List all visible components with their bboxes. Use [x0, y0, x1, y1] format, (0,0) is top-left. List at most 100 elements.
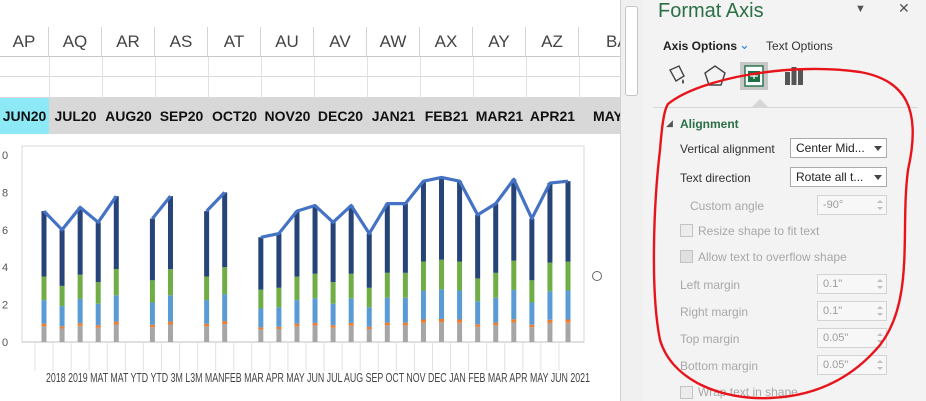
chevron-down-icon[interactable]: ⌄	[739, 37, 750, 53]
bar-segment	[439, 318, 445, 323]
size-properties-icon[interactable]	[740, 62, 768, 90]
spin-up-icon[interactable]	[877, 279, 883, 282]
spin-down-icon[interactable]	[877, 313, 883, 316]
bar-segment	[439, 177, 445, 260]
bar-segment	[312, 325, 318, 342]
vertical-alignment-dropdown[interactable]: Center Mid...	[790, 138, 887, 158]
bar-segment	[167, 321, 173, 325]
bar-segment	[511, 260, 517, 290]
spin-down-icon[interactable]	[877, 207, 883, 210]
bar-segment	[547, 291, 553, 320]
bar-segment	[312, 322, 318, 326]
spin-up-icon[interactable]	[877, 360, 883, 363]
bar-segment	[113, 295, 119, 322]
vertical-alignment-value: Center Mid...	[796, 141, 865, 155]
top-margin-spinner[interactable]: 0.05"	[817, 328, 887, 348]
custom-angle-spinner[interactable]: -90°	[817, 195, 887, 215]
bar-segment	[294, 300, 300, 324]
left-margin-value: 0.1"	[823, 278, 843, 290]
chart-resize-handle[interactable]	[592, 271, 602, 281]
bar-segment	[511, 322, 517, 342]
bar-segment	[113, 196, 119, 270]
y-tick-label: 0	[2, 150, 8, 162]
bar-segment	[41, 326, 47, 342]
spin-down-icon[interactable]	[877, 367, 883, 370]
bar-segment	[276, 233, 282, 288]
spin-down-icon[interactable]	[877, 340, 883, 343]
bar-segment	[439, 289, 445, 319]
bar-segment	[41, 211, 47, 277]
y-tick-label: 0	[2, 337, 8, 349]
right-margin-value: 0.1"	[823, 305, 843, 317]
spin-up-icon[interactable]	[877, 200, 883, 203]
bar-segment	[113, 324, 119, 342]
bar-segment	[348, 273, 354, 299]
y-tick-label: 8	[2, 187, 8, 199]
bar-segment	[547, 319, 553, 323]
bar-segment	[565, 322, 571, 342]
bar-segment	[276, 326, 282, 329]
bar-segment	[312, 205, 318, 274]
bar-segment	[511, 289, 517, 320]
left-margin-label: Left margin	[680, 278, 741, 292]
bar-segment	[204, 211, 210, 277]
bar-segment	[222, 267, 228, 295]
section-alignment[interactable]: Alignment	[680, 117, 739, 131]
fill-line-icon[interactable]	[663, 62, 691, 90]
wrap-text-checkbox[interactable]	[680, 386, 693, 399]
left-margin-spinner[interactable]: 0.1"	[817, 274, 887, 294]
bar-segment	[258, 289, 264, 309]
bar-segment	[330, 327, 336, 342]
bar-segment	[384, 272, 390, 298]
pane-options-icon[interactable]: ▼	[855, 3, 866, 15]
bar-segment	[59, 328, 65, 342]
divider	[653, 107, 918, 108]
bar-segment	[457, 261, 463, 291]
stacked-bar-chart[interactable]: 0 2 4 6 8 0 2018 2019 MAT MAT YTD YTD 3M L3M M…	[0, 0, 620, 401]
bottom-margin-value: 0.05"	[823, 359, 849, 371]
spin-up-icon[interactable]	[877, 333, 883, 336]
resize-shape-checkbox[interactable]	[680, 224, 693, 237]
bottom-margin-label: Bottom margin	[680, 359, 759, 373]
bar-segment	[41, 276, 47, 301]
bar-segment	[366, 233, 372, 288]
bar-segment	[402, 272, 408, 298]
close-icon[interactable]: ✕	[898, 0, 910, 17]
bar-segment	[294, 276, 300, 301]
allow-overflow-checkbox[interactable]	[680, 250, 693, 263]
bar-segment	[529, 302, 535, 325]
resize-shape-label: Resize shape to fit text	[698, 224, 820, 238]
bar-segment	[312, 298, 318, 323]
spreadsheet-area[interactable]: AP AQ AR AS AT AU AV AW AX AY AZ BA JUN2…	[0, 0, 620, 401]
allow-overflow-label: Allow text to overflow shape	[698, 250, 847, 264]
bar-segment	[59, 306, 65, 327]
tab-text-options[interactable]: Text Options	[766, 39, 833, 53]
axis-options-icon[interactable]	[780, 62, 808, 90]
bar-segment	[420, 261, 426, 291]
bar-segment	[475, 278, 481, 302]
spin-down-icon[interactable]	[877, 286, 883, 289]
y-tick-label: 6	[2, 225, 8, 237]
bar-segment	[167, 196, 173, 270]
bar-segment	[565, 319, 571, 323]
tab-axis-options[interactable]: Axis Options	[663, 39, 737, 53]
right-margin-spinner[interactable]: 0.1"	[817, 301, 887, 321]
bar-segment	[222, 321, 228, 325]
spin-up-icon[interactable]	[877, 306, 883, 309]
bar-segment	[95, 325, 101, 328]
bar-segment	[204, 326, 210, 342]
bar-segment	[77, 207, 83, 275]
text-direction-dropdown[interactable]: Rotate all t...	[790, 167, 887, 187]
vertical-scrollbar[interactable]	[620, 0, 643, 401]
bar-segment	[59, 326, 65, 329]
bar-segment	[276, 307, 282, 327]
bar-segment	[366, 307, 372, 327]
scrollbar-thumb[interactable]	[625, 6, 638, 96]
y-tick-label: 2	[2, 300, 8, 312]
collapse-caret-icon[interactable]: ◢	[666, 118, 673, 129]
bottom-margin-spinner[interactable]: 0.05"	[817, 355, 887, 375]
bar-segment	[420, 322, 426, 342]
bar-segment	[41, 323, 47, 327]
active-icon-pointer	[752, 99, 768, 107]
effects-icon[interactable]	[701, 62, 729, 90]
